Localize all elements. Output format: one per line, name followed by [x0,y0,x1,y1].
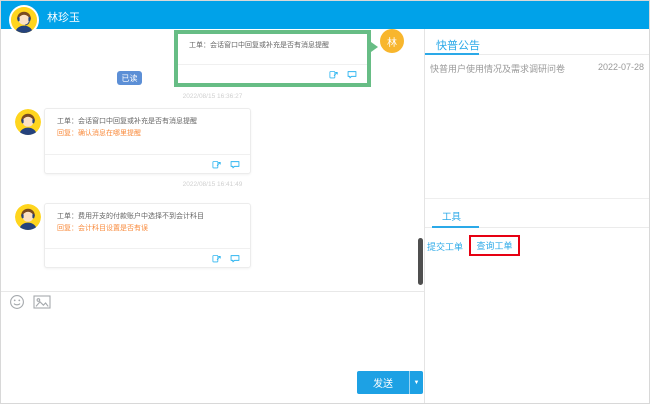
composer-divider [1,291,424,292]
sidebar-panel: 快普公告 快普用户使用情况及需求调研问卷 2022-07-28 工具 提交工单 … [424,29,650,404]
message-card[interactable]: 工单：费用开支的付款账户中选择不到会计科目 回复：会计科目设置是否有误 [44,203,251,268]
query-ticket-link[interactable]: 查询工单 [476,239,512,252]
tab-tools[interactable]: 工具 [442,209,461,223]
app-window: 林珍玉 工单：会话窗口中回复或补充是否有消息提醒 林 [0,0,650,404]
send-button[interactable]: 发送 [357,371,409,394]
reply-text: 回复：确认消息在哪里提醒 [45,128,250,140]
chevron-down-icon: ▼ [414,380,420,386]
message-actions [178,64,367,83]
customer-avatar [15,109,41,135]
forward-ticket-icon[interactable] [212,160,221,169]
message-card[interactable]: 工单：会话窗口中回复或补充是否有消息提醒 回复：确认消息在哪里提醒 [44,108,251,174]
send-dropdown-button[interactable]: ▼ [409,371,423,394]
customer-avatar [9,5,39,35]
chat-header: 林珍玉 [1,1,649,29]
announcement-title: 快普用户使用情况及需求调研问卷 [430,62,565,75]
person-headset-icon [15,109,41,135]
customer-avatar [15,204,41,230]
comment-icon[interactable] [230,254,240,263]
customer-name: 林珍玉 [47,9,80,25]
reply-text: 回复：会计科目设置是否有误 [45,223,250,235]
message-tail [371,42,378,52]
message-actions [45,248,250,267]
chat-scrollbar-thumb[interactable] [418,238,423,285]
image-icon[interactable] [33,294,51,310]
announcement-list-item[interactable]: 快普用户使用情况及需求调研问卷 2022-07-28 [425,60,650,76]
active-tab-underline [425,53,479,55]
read-status-badge: 已读 [117,71,142,85]
tools-tabbar: 工具 [425,198,650,228]
person-headset-icon [11,7,37,33]
emoji-icon[interactable] [9,294,25,310]
tab-announcements[interactable]: 快普公告 [436,37,480,53]
message-actions [45,154,250,173]
ticket-text: 工单：会话窗口中回复或补充是否有消息提醒 [178,34,367,64]
submit-ticket-link[interactable]: 提交工单 [427,240,463,253]
announcement-date: 2022-07-28 [598,62,644,72]
ticket-text: 工单：费用开支的付款账户中选择不到会计科目 [45,211,250,223]
comment-icon[interactable] [347,70,357,79]
tools-links-row: 提交工单 查询工单 [425,233,650,259]
chat-panel: 工单：会话窗口中回复或补充是否有消息提醒 林 已读 2022/08/15 16:… [1,29,424,404]
message-card-highlighted[interactable]: 工单：会话窗口中回复或补充是否有消息提醒 [174,30,371,87]
forward-ticket-icon[interactable] [212,254,221,263]
comment-icon[interactable] [230,160,240,169]
person-headset-icon [15,204,41,230]
query-ticket-highlight-box: 查询工单 [469,235,520,256]
message-timestamp: 2022/08/15 16:36:27 [1,93,424,100]
send-button-group: 发送 ▼ [357,371,423,394]
message-timestamp: 2022/08/15 16:41:49 [1,181,424,188]
announcements-tabbar: 快普公告 [425,33,650,55]
ticket-text: 工单：会话窗口中回复或补充是否有消息提醒 [45,116,250,128]
sender-initial-badge: 林 [380,29,404,53]
forward-ticket-icon[interactable] [329,70,338,79]
active-tab-underline [432,226,479,228]
